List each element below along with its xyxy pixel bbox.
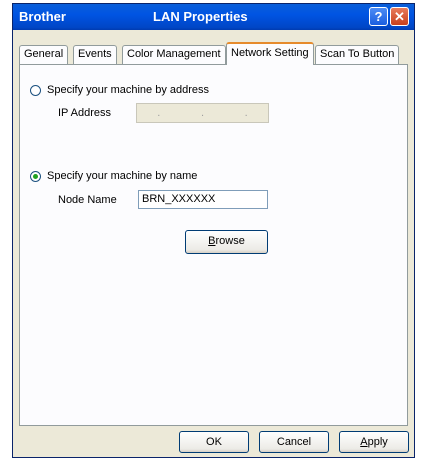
help-button[interactable]: ?: [369, 7, 388, 26]
ip-dot: .: [244, 107, 248, 119]
cancel-button[interactable]: Cancel: [259, 431, 329, 453]
tab-network-setting[interactable]: Network Setting: [226, 42, 314, 65]
ip-dot: .: [157, 107, 161, 119]
node-name-label: Node Name: [58, 194, 117, 206]
tab-scan-to-button[interactable]: Scan To Button: [315, 45, 400, 64]
apply-button[interactable]: Apply: [339, 431, 409, 453]
tab-general[interactable]: General: [19, 45, 69, 64]
window-title: LAN Properties: [153, 9, 248, 24]
node-name-input[interactable]: BRN_XXXXXX: [138, 190, 268, 209]
browse-accelerator: B: [208, 235, 216, 247]
by-address-radio[interactable]: [30, 84, 41, 96]
help-icon: ?: [374, 9, 383, 24]
title-bar[interactable]: Brother LAN Properties ? ✕: [13, 4, 414, 30]
ip-address-label: IP Address: [58, 107, 111, 119]
close-icon: ✕: [394, 9, 405, 24]
close-button[interactable]: ✕: [390, 7, 409, 26]
ip-address-field[interactable]: . . .: [136, 103, 269, 123]
by-address-option[interactable]: Specify your machine by address: [30, 84, 209, 96]
ip-dot: .: [200, 107, 205, 119]
apply-label: pply: [367, 436, 388, 448]
app-name: Brother: [19, 9, 66, 24]
by-name-radio[interactable]: [30, 170, 41, 182]
by-name-label: Specify your machine by name: [47, 170, 198, 182]
network-setting-panel: Specify your machine by address IP Addre…: [19, 64, 408, 426]
by-address-label: Specify your machine by address: [47, 84, 210, 96]
browse-label: rowse: [215, 235, 245, 247]
lan-properties-dialog: Brother LAN Properties ? ✕ General Event…: [12, 3, 415, 458]
ok-button[interactable]: OK: [179, 431, 249, 453]
by-name-option[interactable]: Specify your machine by name: [30, 170, 197, 182]
apply-accelerator: A: [360, 436, 368, 448]
browse-button[interactable]: Browse: [185, 230, 268, 254]
tab-events[interactable]: Events: [73, 45, 117, 64]
tab-color-management[interactable]: Color Management: [122, 45, 226, 64]
